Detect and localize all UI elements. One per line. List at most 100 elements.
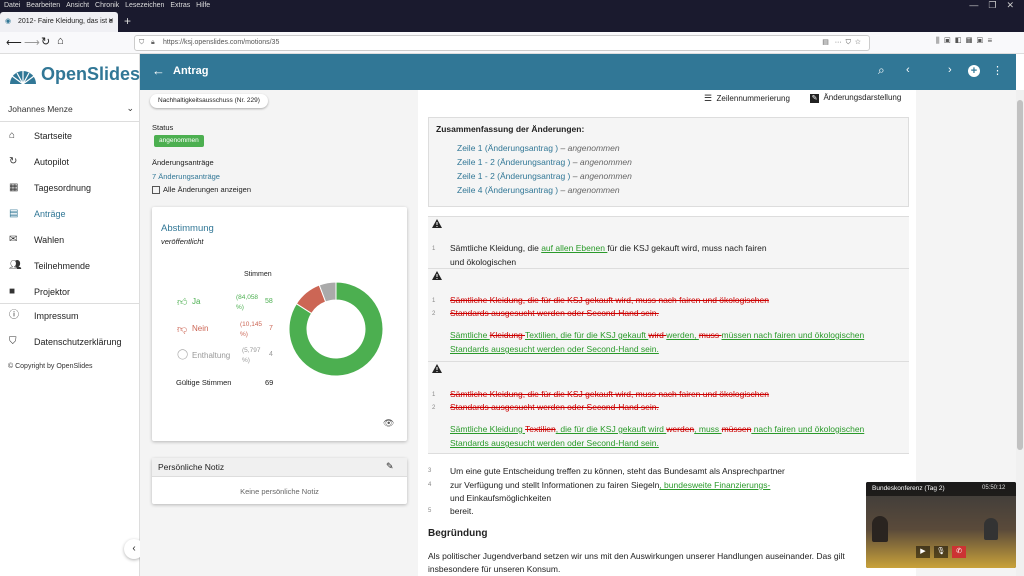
sidebar-item-antraege[interactable]: ▤ Anträge xyxy=(0,201,139,227)
motion-text: bereit. xyxy=(450,506,474,516)
hangup-icon[interactable]: ✆ xyxy=(952,546,966,558)
video-time: 05:50:12 xyxy=(982,485,1006,491)
sidebar-item-teilnehmende[interactable]: 👥︎ Teilnehmende xyxy=(0,253,139,279)
summary-link[interactable]: Zeile 1 (Änderungsantrag ) xyxy=(457,143,558,153)
line-number: 2 xyxy=(432,405,436,411)
inserted-text: Standards ausgesucht werden oder Second-… xyxy=(450,344,659,354)
warning-icon[interactable] xyxy=(432,364,442,373)
camera-icon[interactable]: ▶ xyxy=(916,546,930,558)
status-badge[interactable]: angenommen xyxy=(154,135,204,147)
openslides-logo[interactable]: OpenSlides xyxy=(8,64,140,86)
menu-lesezeichen[interactable]: Lesezeichen xyxy=(125,0,164,11)
toolbar-icons[interactable]: ⫼ ▣ ◧ ▦ ▣ ≡ xyxy=(936,36,992,46)
thumbs-down-icon: 👎︎ xyxy=(177,324,188,335)
user-menu[interactable]: Johannes Menze ⌄ xyxy=(8,103,134,114)
menu-chronik[interactable]: Chronik xyxy=(95,0,119,11)
checkbox-box[interactable] xyxy=(152,186,160,195)
sidebar-item-datenschutz[interactable]: ⛉ Datenschutzerklärung xyxy=(0,329,139,355)
previous-icon[interactable]: ‹ xyxy=(906,64,910,76)
valid-votes-label: Gültige Stimmen xyxy=(176,378,232,387)
change-text: Sämtliche Kleidung, die auf allen Ebenen… xyxy=(450,243,767,253)
amendments-label: Änderungsanträge xyxy=(152,158,214,167)
summary-link[interactable]: Zeile 1 - 2 (Änderungsantrag ) xyxy=(457,171,570,181)
inserted-text: Sämtliche Kleidung Textilien, die für di… xyxy=(450,330,865,340)
home-browser-icon[interactable]: ⌂ xyxy=(57,35,64,47)
sidebar: OpenSlides Johannes Menze ⌄ ⌂ Startseite … xyxy=(0,54,144,576)
valid-votes-count: 69 xyxy=(265,378,274,387)
summary-item: Zeile 1 (Änderungsantrag ) – angenommen xyxy=(457,143,620,153)
menu-ansicht[interactable]: Ansicht xyxy=(66,0,89,11)
reason-text: Als politischer Jugendverband setzen wir… xyxy=(428,551,845,561)
scroll-thumb[interactable] xyxy=(1017,100,1023,450)
summary-item: Zeile 1 - 2 (Änderungsantrag ) – angenom… xyxy=(457,157,632,167)
change-text: und ökologischen xyxy=(450,257,517,267)
eye-icon[interactable]: 👁︎ xyxy=(383,418,394,429)
line-numbering-button[interactable]: ☰ Zeilennummerierung xyxy=(704,93,790,104)
menu-extras[interactable]: Extras xyxy=(170,0,190,11)
inserted-text: Sämtliche Kleidung Textilien, die für di… xyxy=(450,424,865,434)
summary-link[interactable]: Zeile 4 (Änderungsantrag ) xyxy=(457,185,558,195)
summary-item: Zeile 4 (Änderungsantrag ) – angenommen xyxy=(457,185,620,195)
poll-title[interactable]: Abstimmung xyxy=(161,223,214,234)
search-icon[interactable]: ⌕ xyxy=(878,63,885,78)
sidebar-item-autopilot[interactable]: ↻ Autopilot xyxy=(0,149,139,175)
sidebar-item-impressum[interactable]: ⓘ Impressum xyxy=(0,303,139,329)
back-arrow-icon[interactable]: ← xyxy=(152,63,165,78)
motion-meta-panel: Nachhaltigkeitsausschuss (Nr. 229) Statu… xyxy=(140,90,418,576)
edit-icon[interactable]: ✎ xyxy=(386,461,394,472)
reason-title: Begründung xyxy=(428,528,488,539)
menu-hilfe[interactable]: Hilfe xyxy=(196,0,210,11)
warning-icon[interactable] xyxy=(432,271,442,280)
chevron-left-icon: ‹ xyxy=(132,543,136,554)
line-number: 1 xyxy=(432,298,436,304)
logo-icon xyxy=(10,71,36,85)
more-menu-icon[interactable]: ⋮ xyxy=(992,64,1003,77)
browser-tabbar: ◉ 2012- Faire Kleidung, das ist e ✕ + xyxy=(0,12,1024,32)
summary-link[interactable]: Zeile 1 - 2 (Änderungsantrag ) xyxy=(457,157,570,167)
video-person xyxy=(984,518,998,540)
menu-bearbeiten[interactable]: Bearbeiten xyxy=(26,0,60,11)
poll-donut-chart xyxy=(288,281,384,377)
back-icon[interactable]: ⟵ xyxy=(6,36,22,49)
add-icon[interactable]: + xyxy=(968,65,980,77)
vote-yes-percent: (84,058 %) xyxy=(236,294,259,311)
sidebar-item-tagesordnung[interactable]: ▦ Tagesordnung xyxy=(0,175,139,201)
forward-icon[interactable]: ⟶ xyxy=(24,36,40,49)
reload-icon[interactable]: ↻ xyxy=(41,35,50,48)
show-all-changes-checkbox[interactable]: Alle Änderungen anzeigen xyxy=(152,185,251,195)
url-input[interactable]: ⛉ 🔒︎ https://ksj.openslides.com/motions/… xyxy=(134,35,870,51)
scrollbar[interactable] xyxy=(1016,90,1024,576)
line-number: 4 xyxy=(428,482,432,488)
change-view-button[interactable]: ✎ Änderungsdarstellung xyxy=(810,93,901,103)
tab-title: 2012- Faire Kleidung, das ist e xyxy=(18,18,113,25)
amendments-link[interactable]: 7 Änderungsanträge xyxy=(152,172,220,181)
line-number: 5 xyxy=(428,508,432,514)
vote-no-percent: (10,145 %) xyxy=(240,321,263,338)
lock-icon: 🔒︎ xyxy=(151,39,155,46)
app-header: ← Antrag ⌕ ‹ › + ⋮ xyxy=(140,54,1016,90)
vote-yes-count: 58 xyxy=(265,298,273,305)
new-tab-icon[interactable]: + xyxy=(124,14,131,28)
browser-tab[interactable]: ◉ 2012- Faire Kleidung, das ist e ✕ xyxy=(0,12,118,32)
thumbs-up-icon: 👍︎ xyxy=(177,297,188,308)
sidebar-item-projektor[interactable]: ■ Projektor xyxy=(0,279,139,305)
page-actions-icon[interactable]: ▤ ··· ⛉ ☆ xyxy=(822,36,861,50)
sync-icon: ↻ xyxy=(9,156,18,167)
video-icon: ■ xyxy=(9,286,16,297)
note-empty: Keine persönliche Notiz xyxy=(240,487,319,496)
close-tab-icon[interactable]: ✕ xyxy=(108,12,114,32)
changes-summary: Zusammenfassung der Änderungen: Zeile 1 … xyxy=(428,117,909,207)
video-conference-window[interactable]: Bundeskonferenz (Tag 2) 05:50:12 ▶ 🎙︎ ✆ xyxy=(866,482,1016,568)
list-icon: ☰ xyxy=(704,93,713,103)
next-icon[interactable]: › xyxy=(948,64,952,76)
warning-icon[interactable] xyxy=(432,219,442,228)
home-icon: ⌂ xyxy=(9,130,16,141)
window-controls[interactable]: — ❐ ✕ xyxy=(969,0,1014,11)
committee-chip[interactable]: Nachhaltigkeitsausschuss (Nr. 229) xyxy=(150,94,268,108)
microphone-off-icon[interactable]: 🎙︎ xyxy=(934,546,948,558)
copyright: © Copyright by OpenSlides xyxy=(8,363,93,370)
line-number: 1 xyxy=(432,246,436,252)
sidebar-item-startseite[interactable]: ⌂ Startseite xyxy=(0,123,139,149)
menu-datei[interactable]: Datei xyxy=(4,0,20,11)
sidebar-item-wahlen[interactable]: ✉ Wahlen xyxy=(0,227,139,253)
